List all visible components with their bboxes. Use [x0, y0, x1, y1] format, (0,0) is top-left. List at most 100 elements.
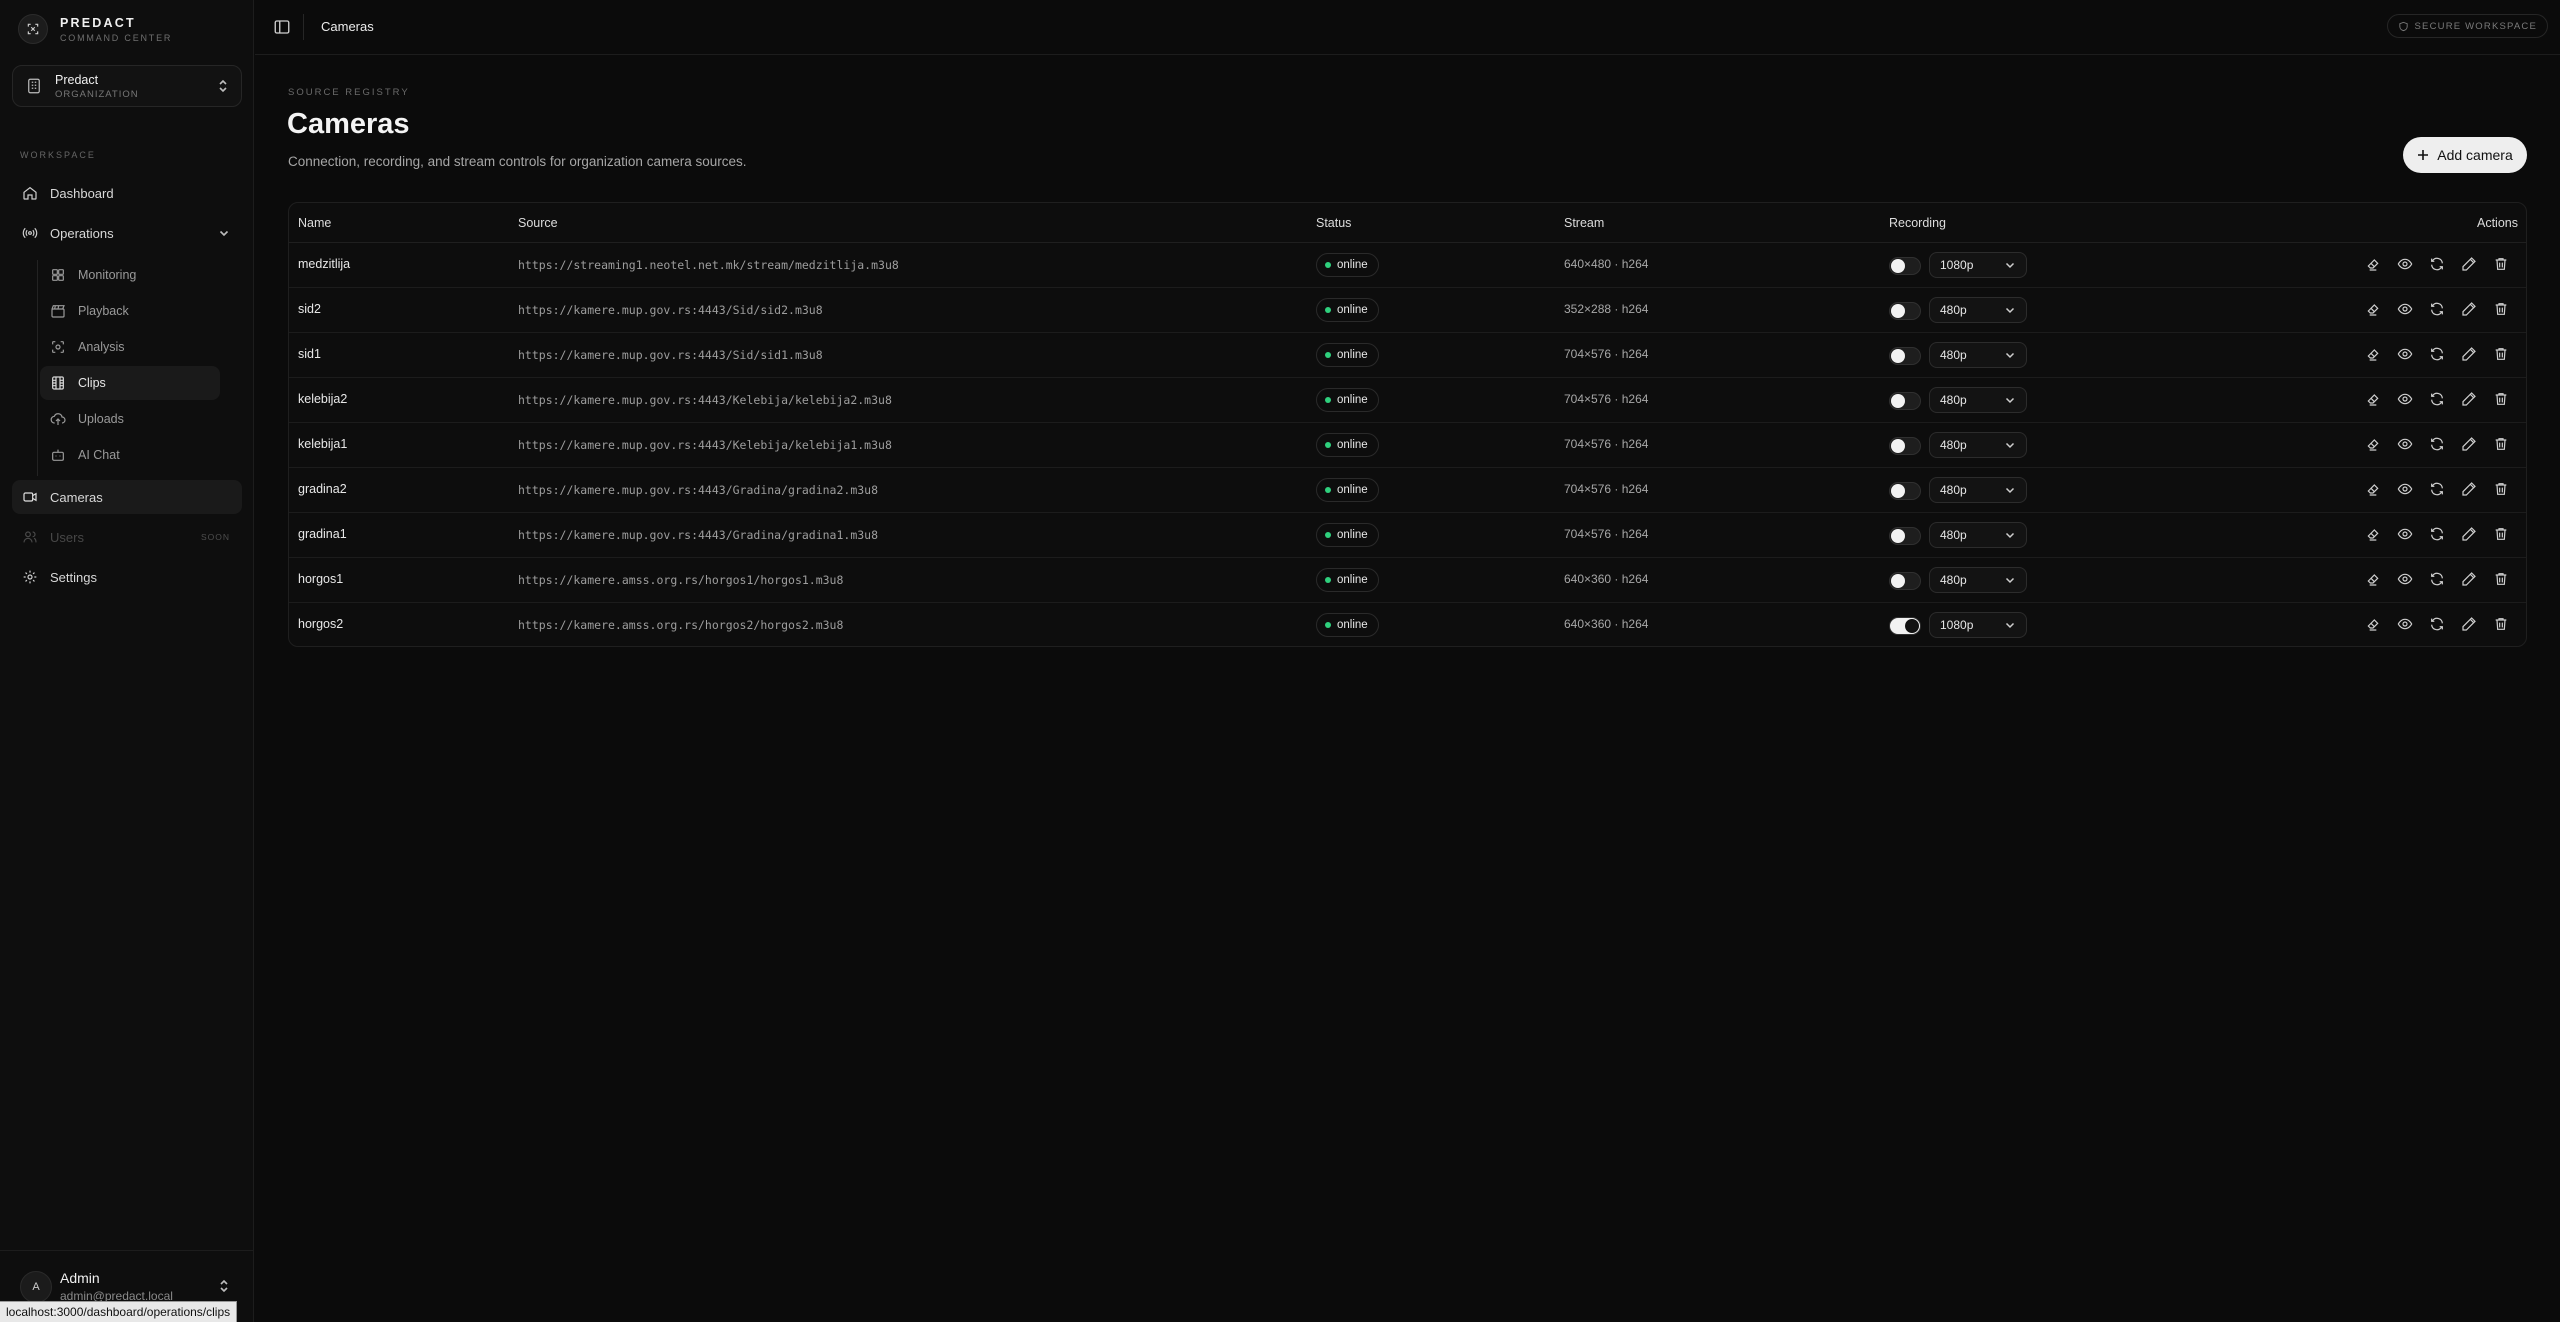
recording-toggle[interactable]: [1889, 527, 1921, 545]
video-icon: [23, 492, 37, 502]
refresh-icon[interactable]: [2429, 526, 2445, 542]
eye-icon[interactable]: [2397, 391, 2413, 407]
refresh-icon[interactable]: [2429, 481, 2445, 497]
camera-name[interactable]: gradina1: [298, 527, 347, 541]
sidebar-item-analysis[interactable]: Analysis: [40, 330, 220, 364]
trash-icon[interactable]: [2493, 436, 2509, 452]
refresh-icon[interactable]: [2429, 436, 2445, 452]
eye-icon[interactable]: [2397, 346, 2413, 362]
recording-toggle[interactable]: [1889, 257, 1921, 275]
camera-name[interactable]: kelebija1: [298, 437, 347, 451]
trash-icon[interactable]: [2493, 301, 2509, 317]
brand[interactable]: PREDACT COMMAND CENTER: [18, 14, 172, 44]
sidebar-item-settings[interactable]: Settings: [12, 560, 242, 594]
table-row: sid2 https://kamere.mup.gov.rs:4443/Sid/s…: [289, 288, 2526, 333]
trash-icon[interactable]: [2493, 391, 2509, 407]
eye-icon[interactable]: [2397, 526, 2413, 542]
eraser-icon[interactable]: [2365, 436, 2381, 452]
page-eyebrow: SOURCE REGISTRY: [288, 87, 410, 98]
org-switcher[interactable]: Predact ORGANIZATION: [12, 65, 242, 107]
trash-icon[interactable]: [2493, 346, 2509, 362]
sidebar-item-operations[interactable]: Operations: [12, 216, 242, 250]
recording-toggle[interactable]: [1889, 392, 1921, 410]
user-name: Admin: [60, 1270, 100, 1286]
toggle-knob: [1891, 529, 1905, 543]
eraser-icon[interactable]: [2365, 616, 2381, 632]
eraser-icon[interactable]: [2365, 346, 2381, 362]
pencil-icon[interactable]: [2461, 616, 2477, 632]
resolution-select[interactable]: 480p: [1929, 477, 2027, 503]
avatar: A: [20, 1271, 52, 1303]
resolution-select[interactable]: 480p: [1929, 297, 2027, 323]
recording-toggle[interactable]: [1889, 347, 1921, 365]
eraser-icon[interactable]: [2365, 481, 2381, 497]
pencil-icon[interactable]: [2461, 526, 2477, 542]
camera-name[interactable]: medzitlija: [298, 257, 350, 271]
refresh-icon[interactable]: [2429, 391, 2445, 407]
stream-info: 704×576 · h264: [1564, 527, 1649, 541]
pencil-icon[interactable]: [2461, 436, 2477, 452]
sidebar-item-uploads[interactable]: Uploads: [40, 402, 220, 436]
eye-icon[interactable]: [2397, 436, 2413, 452]
camera-name[interactable]: gradina2: [298, 482, 347, 496]
refresh-icon[interactable]: [2429, 346, 2445, 362]
camera-name[interactable]: sid2: [298, 302, 321, 316]
resolution-select[interactable]: 1080p: [1929, 612, 2027, 638]
eye-icon[interactable]: [2397, 616, 2413, 632]
eraser-icon[interactable]: [2365, 526, 2381, 542]
sidebar-item-clips[interactable]: Clips: [40, 366, 220, 400]
eye-icon[interactable]: [2397, 481, 2413, 497]
camera-source-url: https://kamere.amss.org.rs/horgos1/horgo…: [518, 573, 844, 587]
refresh-icon[interactable]: [2429, 571, 2445, 587]
camera-name[interactable]: sid1: [298, 347, 321, 361]
pencil-icon[interactable]: [2461, 256, 2477, 272]
refresh-icon[interactable]: [2429, 301, 2445, 317]
recording-toggle[interactable]: [1889, 437, 1921, 455]
pencil-icon[interactable]: [2461, 481, 2477, 497]
add-camera-button[interactable]: Add camera: [2403, 137, 2527, 173]
sidebar-item-monitoring[interactable]: Monitoring: [40, 258, 220, 292]
eye-icon[interactable]: [2397, 301, 2413, 317]
eye-icon[interactable]: [2397, 571, 2413, 587]
resolution-select[interactable]: 480p: [1929, 432, 2027, 458]
resolution-select[interactable]: 480p: [1929, 522, 2027, 548]
camera-name[interactable]: kelebija2: [298, 392, 347, 406]
brand-name: PREDACT: [60, 15, 136, 30]
camera-name[interactable]: horgos1: [298, 572, 343, 586]
recording-toggle[interactable]: [1889, 572, 1921, 590]
sidebar-toggle-icon[interactable]: [273, 18, 291, 36]
refresh-icon[interactable]: [2429, 616, 2445, 632]
status-badge: online: [1316, 343, 1379, 367]
trash-icon[interactable]: [2493, 571, 2509, 587]
eraser-icon[interactable]: [2365, 571, 2381, 587]
pencil-icon[interactable]: [2461, 346, 2477, 362]
recording-toggle[interactable]: [1889, 482, 1921, 500]
trash-icon[interactable]: [2493, 256, 2509, 272]
pencil-icon[interactable]: [2461, 571, 2477, 587]
eraser-icon[interactable]: [2365, 256, 2381, 272]
stream-info: 640×480 · h264: [1564, 257, 1649, 271]
eye-icon[interactable]: [2397, 256, 2413, 272]
status-dot: [1325, 532, 1331, 538]
resolution-select[interactable]: 480p: [1929, 342, 2027, 368]
trash-icon[interactable]: [2493, 481, 2509, 497]
recording-toggle[interactable]: [1889, 617, 1921, 635]
chevron-down-icon[interactable]: [218, 227, 230, 239]
resolution-select[interactable]: 480p: [1929, 387, 2027, 413]
eraser-icon[interactable]: [2365, 391, 2381, 407]
sidebar-item-cameras[interactable]: Cameras: [12, 480, 242, 514]
pencil-icon[interactable]: [2461, 301, 2477, 317]
camera-name[interactable]: horgos2: [298, 617, 343, 631]
column-header-actions: Actions: [2477, 216, 2518, 230]
recording-toggle[interactable]: [1889, 302, 1921, 320]
sidebar-item-playback[interactable]: Playback: [40, 294, 220, 328]
sidebar-item-ai-chat[interactable]: AI Chat: [40, 438, 220, 472]
pencil-icon[interactable]: [2461, 391, 2477, 407]
sidebar-item-dashboard[interactable]: Dashboard: [12, 176, 242, 210]
refresh-icon[interactable]: [2429, 256, 2445, 272]
resolution-select[interactable]: 480p: [1929, 567, 2027, 593]
trash-icon[interactable]: [2493, 526, 2509, 542]
resolution-select[interactable]: 1080p: [1929, 252, 2027, 278]
trash-icon[interactable]: [2493, 616, 2509, 632]
eraser-icon[interactable]: [2365, 301, 2381, 317]
